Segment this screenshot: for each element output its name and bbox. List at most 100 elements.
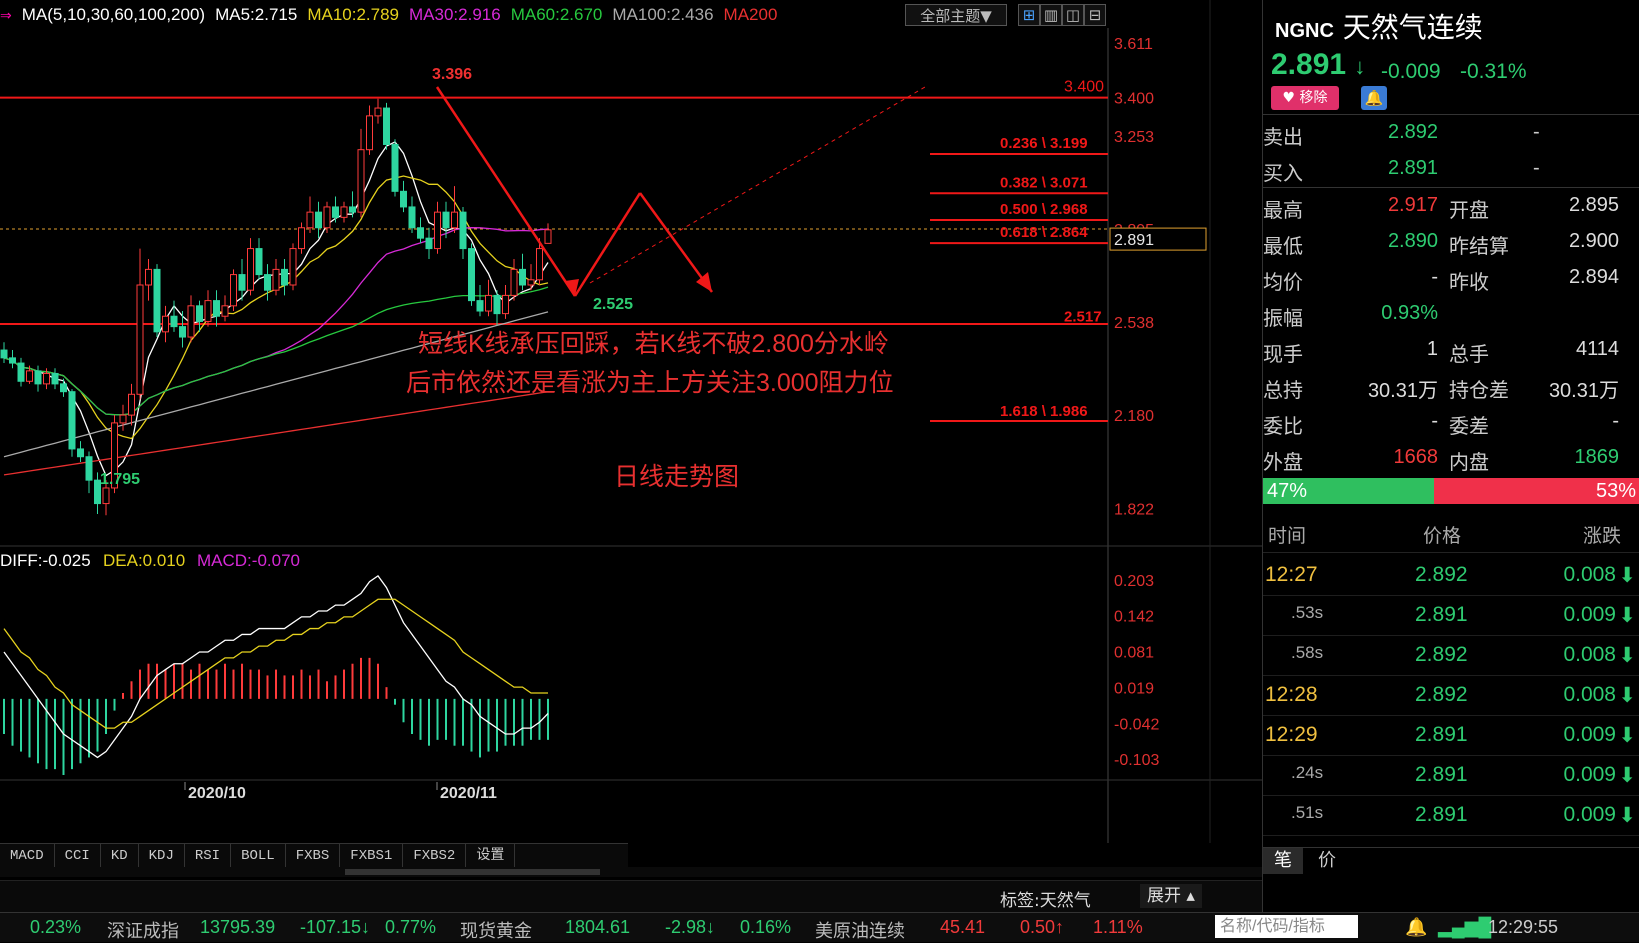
fib-label: 0.618 \ 2.864 [1000,224,1088,241]
stat-cell: 1 [1426,338,1438,360]
dea-line [3,598,548,729]
sell-pct: 53% [1434,478,1639,504]
status-item: 0.50↑ [1020,917,1065,937]
candle-body [289,248,297,286]
tick-price: 2.891 [1415,803,1468,826]
candle-body [323,206,331,229]
candlestick-chart[interactable]: 3.6113.4003.2532.8952.8912.5382.1801.822… [0,0,1262,843]
status-item[interactable]: 深证成指 [107,917,179,943]
indicator-tab[interactable]: FXBS [286,844,341,868]
chart-area[interactable]: ⇒ MA(5,10,30,60,100,200) MA5:2.715 MA10:2.… [0,0,1262,941]
down-arrow-icon: ⬇ [1618,564,1636,587]
status-item: 0.77% [385,917,437,937]
projection-line [638,192,714,293]
indicator-tab[interactable]: FXBS1 [340,844,404,868]
indicator-tab[interactable]: MACD [0,844,55,868]
candle-body [493,294,501,315]
stat-cell: 30.31万 [1367,380,1438,402]
stat-cell: 总手 [1449,344,1489,366]
indicator-tab[interactable]: 设置 [466,844,516,868]
candle-body [26,370,33,382]
tick-price: 2.891 [1415,603,1468,626]
stat-cell: 内盘 [1449,452,1489,474]
analysis-comment: 后市依然还是看涨为主上方关注3.000阻力位 [406,369,894,397]
candle-body [162,315,169,333]
status-item: 0.23% [30,917,82,937]
tick-time: .24s [1291,763,1324,782]
stat-cell: 2.917 [1387,194,1438,216]
status-item[interactable]: 现货黄金 [460,917,532,943]
candle-body [102,487,110,505]
stat-row: 均价 - 昨收 2.894 [1263,260,1639,297]
fib-label: 2.517 [1064,308,1102,325]
alert-icon[interactable]: 🔔 [1405,917,1427,938]
stat-cell: 持仓差 [1449,380,1509,402]
candle-body [213,300,220,317]
status-item: 1804.61 [565,917,631,937]
macd-axis-label: 0.142 [1114,609,1154,626]
search-input[interactable]: 名称/代码/指标 [1215,915,1358,938]
stat-cell: 2.895 [1568,194,1619,216]
tick-price: 2.892 [1415,643,1468,666]
tick-row: .53s 2.891 0.009 ⬇ [1263,593,1639,636]
fib-label: 0.500 \ 2.968 [1000,201,1088,218]
sell-row: 卖出 2.892 - [1263,121,1540,149]
candle-body [60,383,67,393]
tick-time: 12:29 [1265,723,1318,746]
candle-body [536,248,543,281]
tick-row: .24s 2.891 0.009 ⬇ [1263,753,1639,796]
candle-body [417,227,424,239]
tick-price: 2.891 [1415,763,1468,786]
candle-body [374,107,382,117]
indicator-tab[interactable]: FXBS2 [403,844,467,868]
tick-time: .53s [1291,603,1324,622]
candle-body [383,107,390,145]
candle-body [0,349,8,359]
indicator-tab[interactable]: KDJ [139,844,185,868]
indicator-tab[interactable]: KD [101,844,139,868]
candle-body [357,149,365,213]
tick-tabs: 笔 价 [1263,847,1639,874]
candle-body [119,414,127,424]
stat-cell: 2.900 [1568,230,1619,252]
tab-price[interactable]: 价 [1307,848,1347,874]
bell-button[interactable]: 🔔 [1361,86,1387,110]
candle-body [9,357,16,364]
high-label: 3.396 [432,66,472,83]
candles [0,98,552,516]
indicator-tab[interactable]: RSI [185,844,232,868]
candle-body [476,300,484,312]
symbol: NGNC [1275,20,1334,42]
candle-body [434,211,441,250]
stat-cell: 最高 [1263,200,1303,222]
status-item[interactable]: 美原油连续 [815,917,905,943]
indicator-tab[interactable]: CCI [55,844,101,868]
status-item: 0.16% [740,917,792,937]
candle-body [502,294,509,315]
trend-down-line [435,86,577,297]
date-axis-label: 2020/10 [188,785,246,802]
chart-caption: 日线走势图 [614,463,739,491]
candle-body [468,248,475,302]
fib-label: 1.618 \ 1.986 [1000,403,1088,420]
macd-axis-label: 0.019 [1114,681,1154,698]
tick-price: 2.892 [1415,683,1468,706]
down-arrow-icon: ⬇ [1618,684,1636,707]
candle-body [281,268,288,286]
stat-cell: 0.93% [1381,302,1438,324]
buy-pct: 47% [1263,478,1434,504]
tick-time: .58s [1291,643,1324,662]
indicator-tab[interactable]: BOLL [231,844,286,868]
expand-button[interactable]: 展开 ▴ [1140,884,1202,908]
stat-cell: - [1612,410,1619,432]
candle-body [459,211,467,250]
down-arrow-icon: ⬇ [1618,764,1636,787]
tick-header: 时间 价格 涨跌 [1263,518,1639,553]
stat-cell: - [1431,266,1438,288]
remove-favorite-button[interactable]: ♥ 移除 [1271,86,1339,110]
tab-trades[interactable]: 笔 [1263,848,1303,874]
scrollbar[interactable] [0,867,1262,877]
tick-price: 2.891 [1415,723,1468,746]
tick-change: 0.008 [1563,563,1616,586]
stat-cell: 委差 [1449,416,1489,438]
